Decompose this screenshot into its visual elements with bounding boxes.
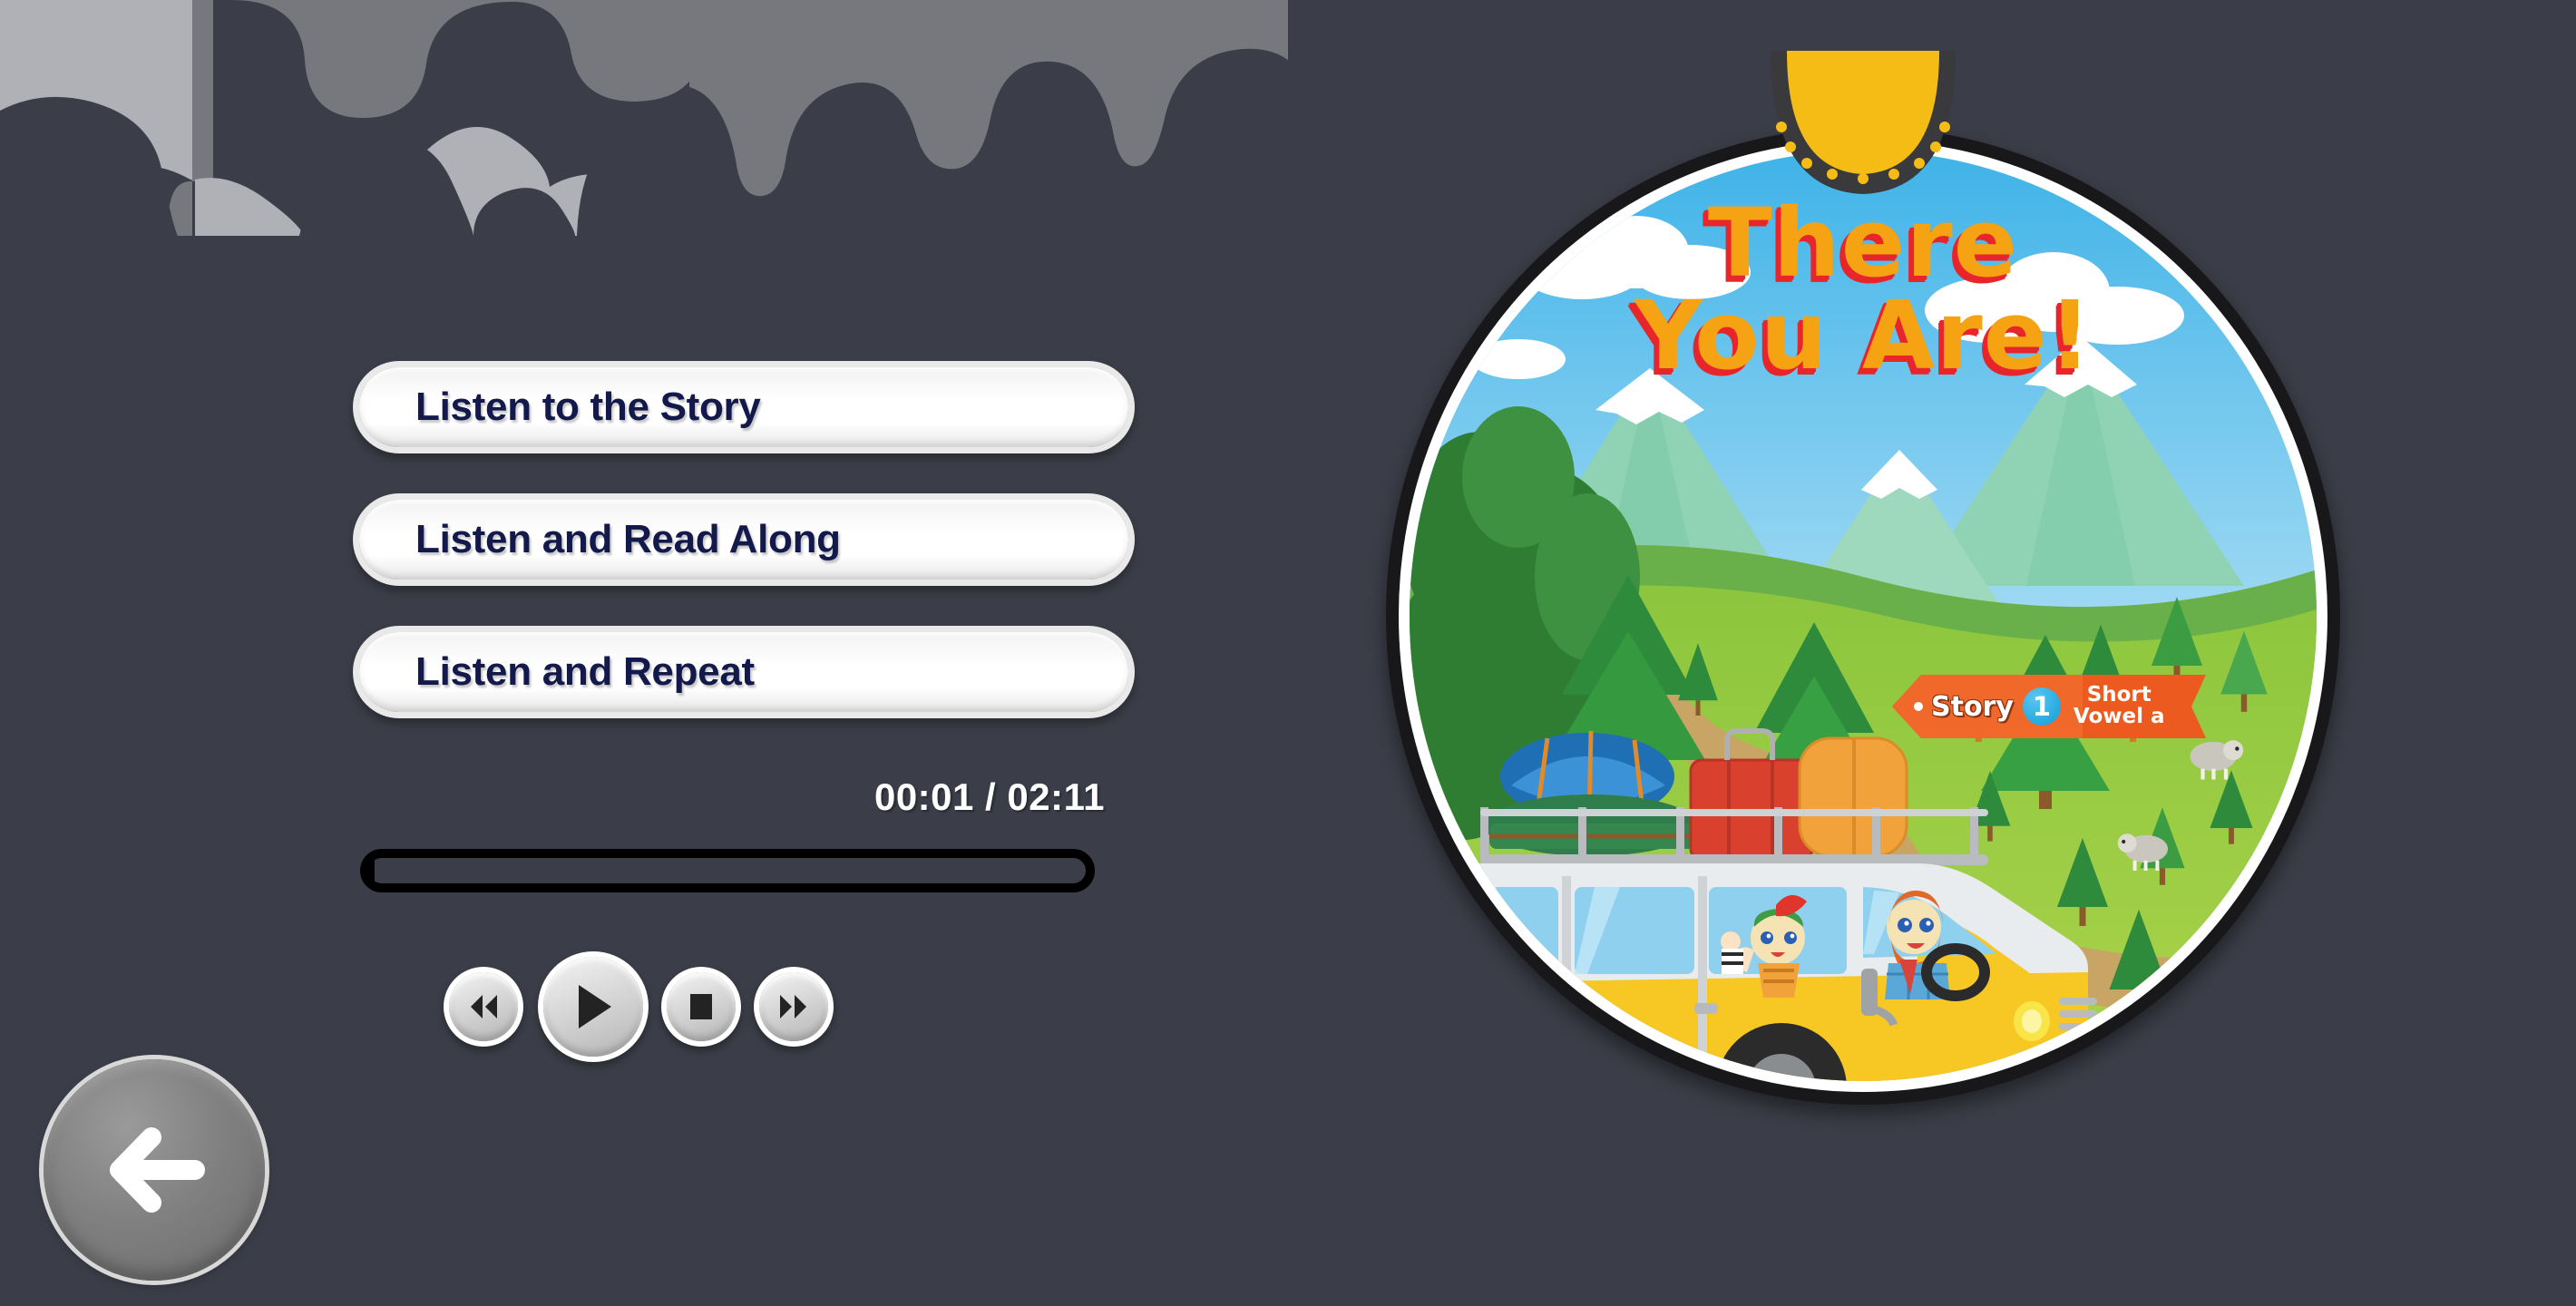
stop-icon — [690, 994, 712, 1019]
mode-button-listen-to-the-story[interactable]: Listen to the Story — [359, 367, 1128, 447]
rewind-button[interactable] — [449, 972, 518, 1041]
mode-button-list: Listen to the Story Listen and Read Alon… — [359, 367, 1130, 765]
progress-bar-fill — [369, 858, 376, 883]
back-button[interactable] — [44, 1059, 265, 1281]
playback-time-row: 00:01 / 02:11 — [359, 775, 1105, 819]
rewind-icon — [471, 995, 497, 1018]
transport-controls — [449, 957, 828, 1057]
fast-forward-button[interactable] — [759, 972, 828, 1041]
playback-time: 00:01 / 02:11 — [873, 775, 1105, 818]
mode-button-listen-and-read-along[interactable]: Listen and Read Along — [359, 500, 1128, 580]
book-cover[interactable]: There You Are! Story 1 Short Vowel a — [1386, 51, 2340, 1105]
mode-button-label: Listen and Repeat — [415, 649, 755, 694]
fast-forward-icon — [780, 995, 806, 1018]
progress-bar[interactable] — [360, 849, 1095, 892]
mode-button-label: Listen and Read Along — [415, 517, 841, 561]
mode-button-listen-and-repeat[interactable]: Listen and Repeat — [359, 632, 1128, 712]
mode-button-label: Listen to the Story — [415, 385, 761, 429]
cover-illustration — [1410, 151, 2317, 1081]
play-button[interactable] — [543, 957, 643, 1057]
cover-artwork — [1410, 151, 2317, 1081]
app-screen: Listen to the Story Listen and Read Alon… — [0, 0, 2576, 1306]
arrow-left-icon — [110, 1127, 205, 1213]
play-icon — [579, 985, 611, 1028]
stop-button[interactable] — [667, 972, 736, 1041]
cloud-decoration — [0, 0, 1288, 236]
